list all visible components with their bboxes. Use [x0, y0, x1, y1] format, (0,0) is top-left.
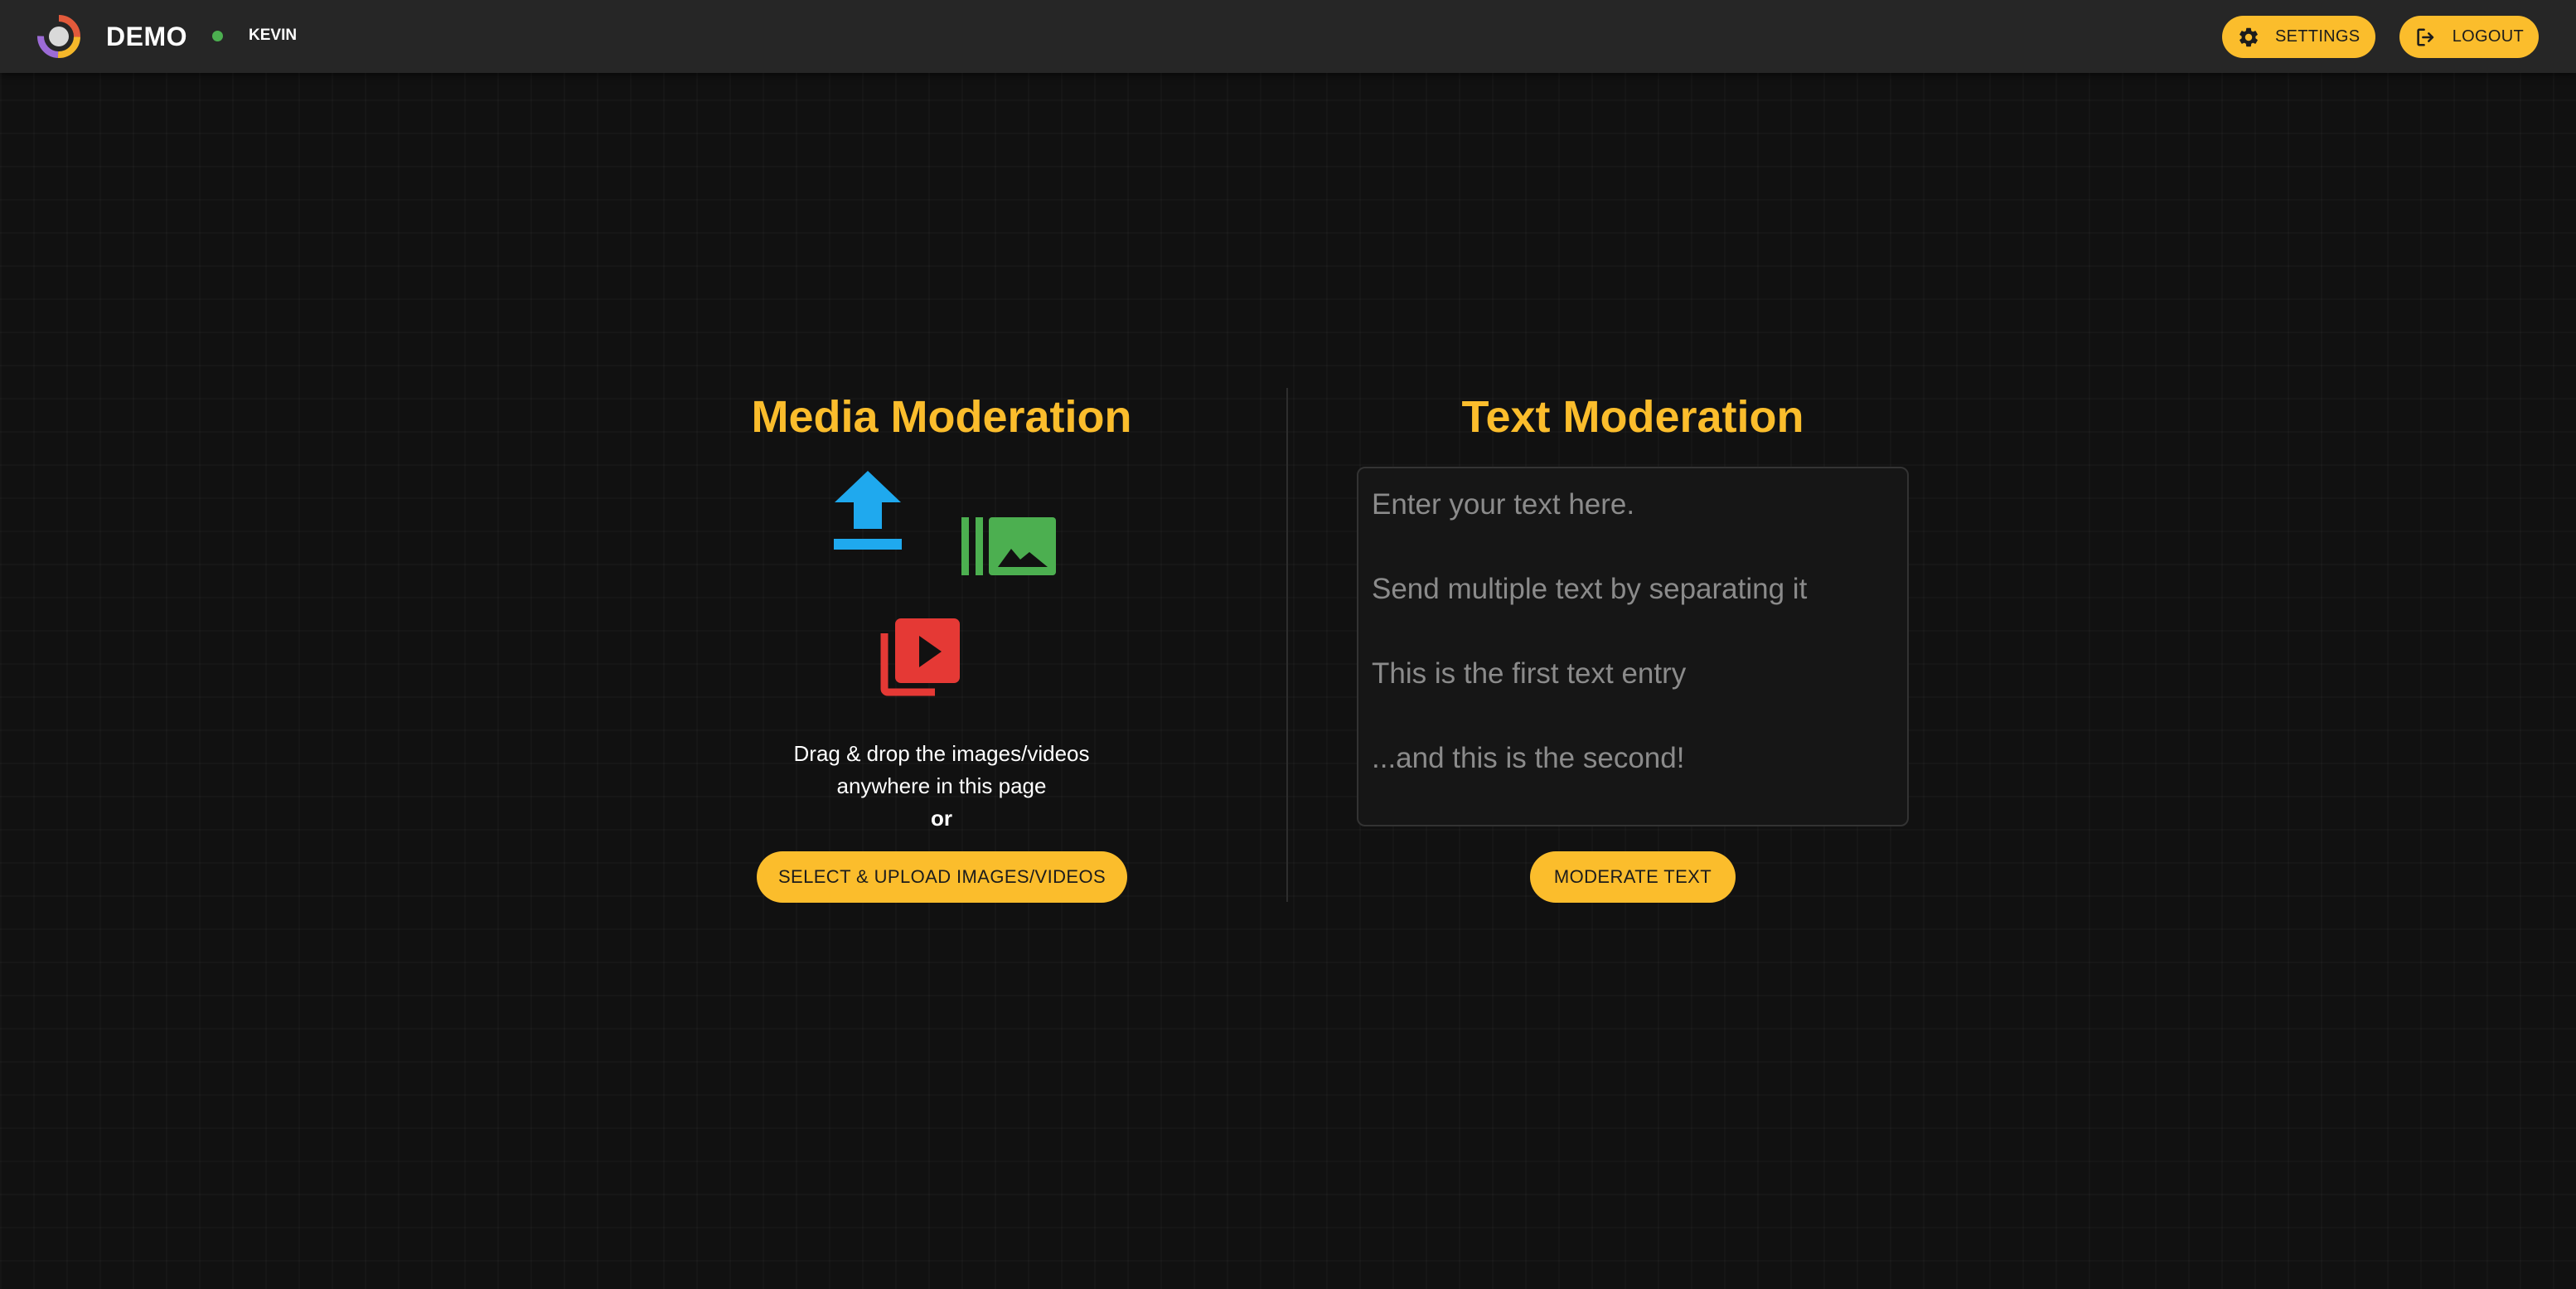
- logout-button[interactable]: LOGOUT: [2399, 16, 2539, 58]
- drop-instructions-line2: anywhere in this page: [836, 773, 1047, 798]
- username-label: KEVIN: [249, 27, 298, 44]
- upload-icon[interactable]: [834, 471, 902, 550]
- app-logo-icon[interactable]: [37, 15, 80, 58]
- video-library-icon[interactable]: [880, 618, 960, 696]
- top-bar: DEMO KEVIN SETTINGS LOGOUT: [0, 0, 2576, 73]
- online-status-dot: [212, 31, 223, 41]
- panel-divider: [1286, 388, 1288, 902]
- photo-library-icon[interactable]: [961, 514, 1056, 575]
- settings-label: SETTINGS: [2275, 27, 2361, 46]
- logout-label: LOGOUT: [2452, 27, 2524, 46]
- text-moderation-title: Text Moderation: [1461, 392, 1804, 442]
- gear-icon: [2239, 27, 2258, 46]
- drop-instructions-line1: Drag & drop the images/videos: [793, 741, 1090, 766]
- drop-or-label: or: [931, 806, 952, 831]
- settings-button[interactable]: SETTINGS: [2222, 16, 2375, 58]
- select-upload-button[interactable]: SELECT & UPLOAD IMAGES/VIDEOS: [757, 851, 1127, 903]
- drop-instructions: Drag & drop the images/videos anywhere i…: [693, 738, 1190, 802]
- text-input[interactable]: [1357, 467, 1909, 826]
- moderate-text-button[interactable]: MODERATE TEXT: [1530, 851, 1736, 903]
- app-name: DEMO: [106, 22, 187, 51]
- media-moderation-title: Media Moderation: [751, 392, 1132, 442]
- logout-icon: [2417, 27, 2434, 46]
